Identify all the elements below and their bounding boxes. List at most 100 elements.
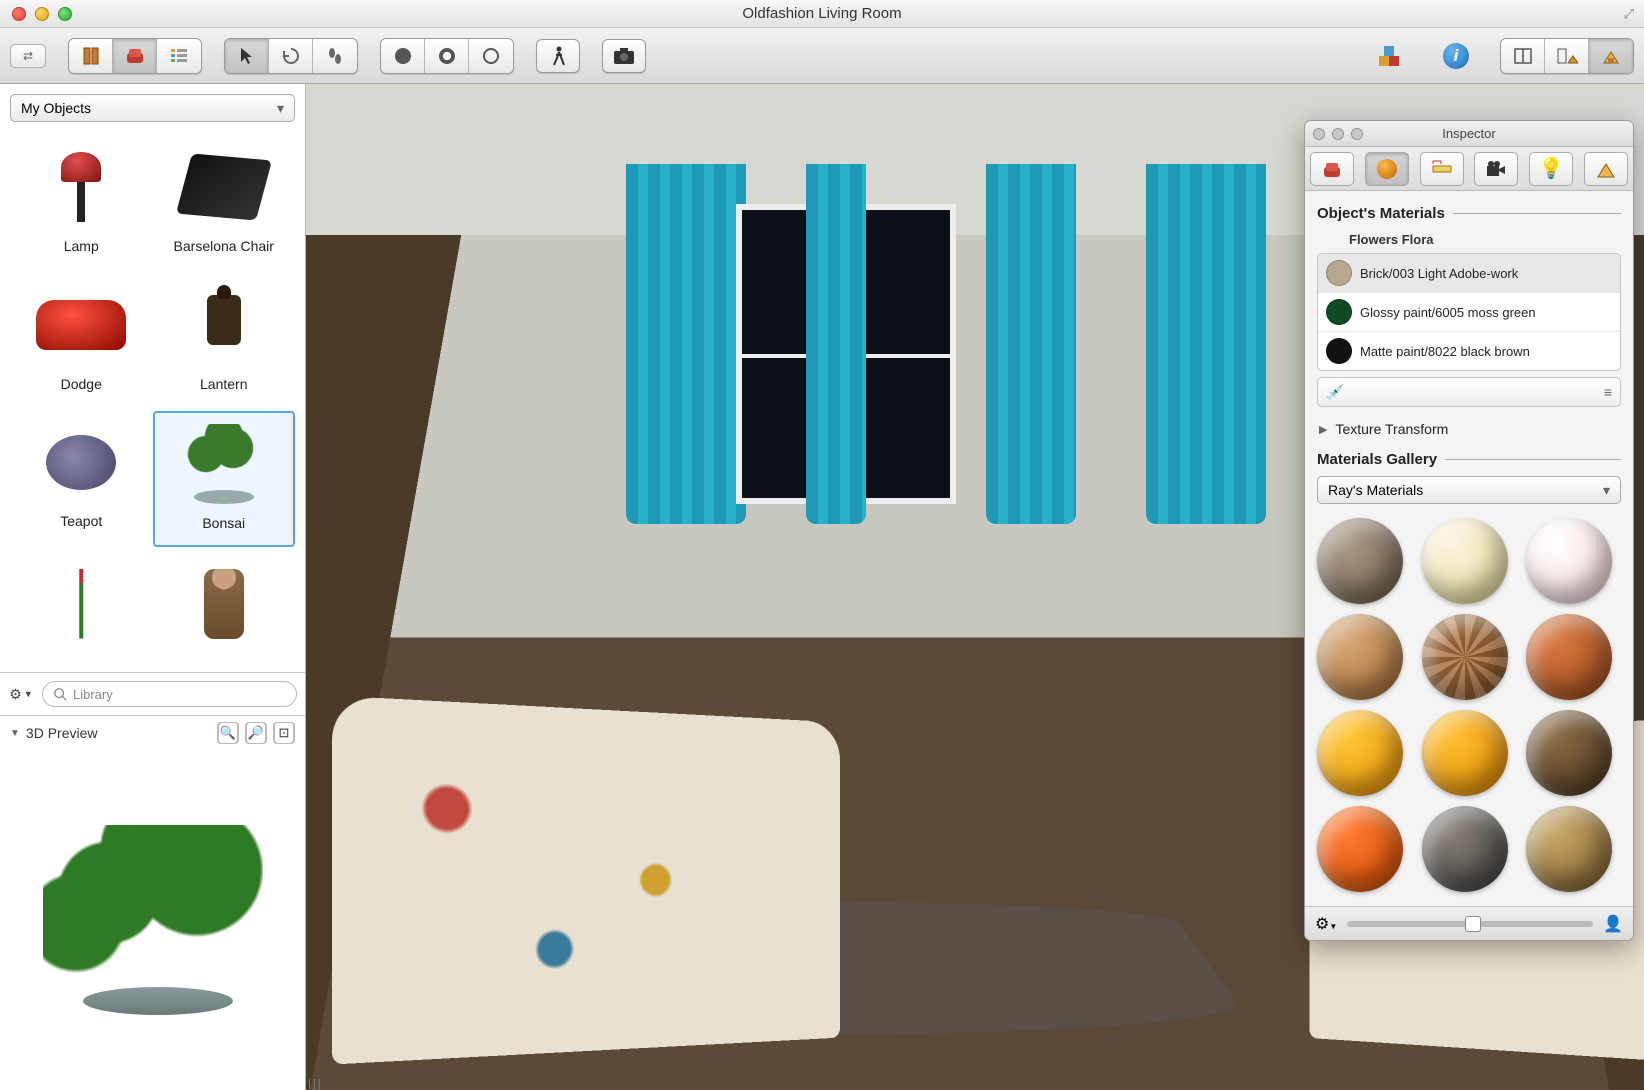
zoom-out-button[interactable]: 🔎: [245, 722, 267, 744]
snapshot-button[interactable]: [602, 39, 646, 73]
color-picker-row[interactable]: 💉 ≡: [1317, 377, 1621, 407]
disclosure-triangle-icon[interactable]: ▼: [10, 728, 20, 739]
view-2d3d-button[interactable]: [1545, 39, 1589, 73]
bonsai-preview-icon: [43, 825, 263, 1015]
material-swatch[interactable]: [1317, 614, 1403, 700]
tab-measure[interactable]: [1420, 152, 1464, 186]
sidebar-toggle-button[interactable]: ⇄: [10, 44, 46, 68]
cursor-icon: [237, 46, 257, 66]
texture-transform-disclosure[interactable]: ▶ Texture Transform: [1317, 407, 1621, 447]
scene-curtain: [986, 164, 1076, 524]
preview-label: 3D Preview: [26, 725, 98, 741]
material-label: Glossy paint/6005 moss green: [1360, 305, 1536, 320]
object-teapot[interactable]: Teapot: [10, 411, 153, 547]
view-3d-button[interactable]: [1589, 39, 1633, 73]
material-swatch[interactable]: [1422, 614, 1508, 700]
object-chair[interactable]: Barselona Chair: [153, 136, 296, 268]
material-swatch[interactable]: [1422, 710, 1508, 796]
gallery-category-dropdown[interactable]: Ray's Materials: [1317, 476, 1621, 504]
sphere-icon: [1377, 159, 1397, 179]
selected-object-name: Flowers Flora: [1317, 230, 1621, 253]
material-swatch[interactable]: [1526, 518, 1612, 604]
material-row[interactable]: Matte paint/8022 black brown: [1318, 332, 1620, 370]
material-label: Brick/003 Light Adobe-work: [1360, 266, 1518, 281]
material-swatch[interactable]: [1526, 710, 1612, 796]
zoom-fit-button[interactable]: ⊡: [273, 722, 295, 744]
library-list-button[interactable]: [157, 39, 201, 73]
object-lamp[interactable]: Lamp: [10, 136, 153, 268]
object-person[interactable]: [153, 553, 296, 663]
tab-lighting[interactable]: 💡: [1529, 152, 1573, 186]
object-label: Lamp: [64, 238, 99, 254]
window-titlebar: Oldfashion Living Room ⤢: [0, 0, 1644, 28]
warehouse-button[interactable]: [1368, 39, 1412, 73]
scene-sofa: [332, 695, 840, 1064]
tab-materials[interactable]: [1365, 152, 1409, 186]
material-swatch-icon: [1326, 338, 1352, 364]
record-dot-icon: [395, 48, 411, 64]
split-view-icon: [1556, 46, 1578, 66]
material-swatch[interactable]: [1317, 710, 1403, 796]
texture-transform-label: Texture Transform: [1335, 421, 1448, 437]
inspector-tabs: 💡: [1305, 147, 1633, 191]
tab-camera[interactable]: [1474, 152, 1518, 186]
library-sidebar: My Objects Lamp Barselona Chair Dodge La…: [0, 84, 306, 1090]
walk-tool-button[interactable]: [313, 39, 357, 73]
lamp-icon: [51, 152, 111, 222]
record-ring-icon: [439, 48, 455, 64]
scene-curtain: [626, 164, 746, 524]
fullscreen-icon[interactable]: ⤢: [1624, 6, 1634, 22]
library-settings-button[interactable]: ⚙▼: [8, 683, 34, 705]
teapot-icon: [46, 435, 116, 490]
material-swatch[interactable]: [1422, 518, 1508, 604]
footprints-icon: [325, 46, 345, 66]
main-toolbar: ⇄ i: [0, 28, 1644, 84]
library-bottom-bar: ⚙▼ Library: [0, 672, 305, 715]
gallery-settings-button[interactable]: ⚙▼: [1315, 914, 1337, 934]
record-button[interactable]: [381, 39, 425, 73]
material-swatch[interactable]: [1526, 806, 1612, 892]
chair-icon: [176, 154, 272, 221]
material-swatch[interactable]: [1317, 518, 1403, 604]
material-row[interactable]: Glossy paint/6005 moss green: [1318, 293, 1620, 332]
preview-3d-viewport[interactable]: [0, 750, 305, 1090]
object-bonsai[interactable]: Bonsai: [153, 411, 296, 547]
inspector-titlebar[interactable]: Inspector: [1305, 121, 1633, 147]
object-flower[interactable]: [10, 553, 153, 663]
section-materials-gallery: Materials Gallery: [1317, 451, 1621, 468]
inspector-body: Object's Materials Flowers Flora Brick/0…: [1305, 191, 1633, 906]
split-handle[interactable]: |||: [308, 1078, 323, 1090]
materials-list: Brick/003 Light Adobe-work Glossy paint/…: [1317, 253, 1621, 371]
record-alt-button[interactable]: [425, 39, 469, 73]
object-dodge[interactable]: Dodge: [10, 274, 153, 406]
warehouse-icon: [1375, 42, 1405, 70]
library-furniture-button[interactable]: [113, 39, 157, 73]
flower-icon: [61, 569, 101, 639]
object-lantern[interactable]: Lantern: [153, 274, 296, 406]
rotate-tool-button[interactable]: [269, 39, 313, 73]
info-button[interactable]: i: [1434, 39, 1478, 73]
library-search-input[interactable]: Library: [42, 681, 297, 707]
record-stroke-button[interactable]: [469, 39, 513, 73]
objects-grid: Lamp Barselona Chair Dodge Lantern Teapo…: [0, 132, 305, 672]
zoom-out-icon: 🔎: [246, 722, 266, 744]
menu-icon: ≡: [1604, 384, 1612, 400]
object-label: Barselona Chair: [174, 238, 274, 254]
user-materials-button[interactable]: 👤: [1603, 914, 1623, 934]
material-swatch[interactable]: [1422, 806, 1508, 892]
thumbnail-size-slider[interactable]: [1347, 921, 1593, 927]
material-swatch[interactable]: [1317, 806, 1403, 892]
material-swatch[interactable]: [1526, 614, 1612, 700]
object-label: Lantern: [200, 376, 247, 392]
material-row[interactable]: Brick/003 Light Adobe-work: [1318, 254, 1620, 293]
tab-building[interactable]: [1584, 152, 1628, 186]
tab-object[interactable]: [1310, 152, 1354, 186]
select-tool-button[interactable]: [225, 39, 269, 73]
library-category-dropdown[interactable]: My Objects: [10, 94, 295, 122]
preview-header: ▼ 3D Preview 🔍 🔎 ⊡: [0, 715, 305, 750]
view-2d-button[interactable]: [1501, 39, 1545, 73]
inspector-panel: Inspector 💡 Object's Materials Flowers F…: [1304, 120, 1634, 941]
library-building-button[interactable]: [69, 39, 113, 73]
walk-through-button[interactable]: [536, 39, 580, 73]
zoom-in-button[interactable]: 🔍: [217, 722, 239, 744]
